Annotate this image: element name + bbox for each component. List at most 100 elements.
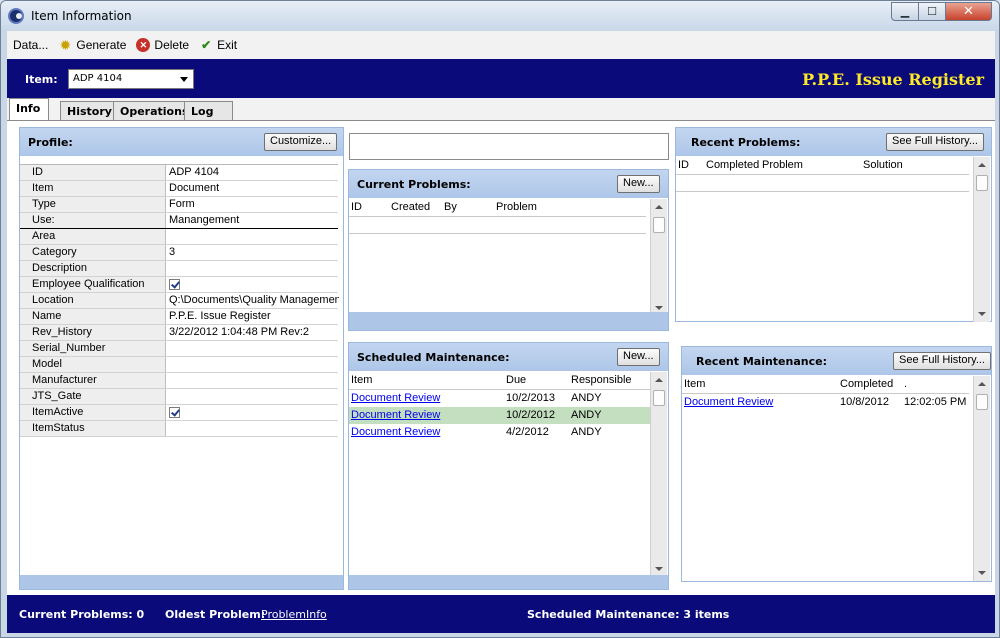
maintenance-item-link[interactable]: Document Review xyxy=(351,392,440,404)
profile-row: Use: Manangement xyxy=(20,213,338,229)
close-button[interactable]: ✕ xyxy=(945,2,992,21)
data-menu-label: Data... xyxy=(13,38,49,52)
profile-field-label: Serial_Number xyxy=(20,341,166,356)
table-row[interactable]: Document Review 10/2/2013 ANDY xyxy=(349,390,650,407)
scroll-thumb[interactable] xyxy=(653,217,665,233)
delete-button[interactable]: ✕ Delete xyxy=(136,38,189,52)
profile-table: ID ADP 4104 Item Document Type Form Use: Manang… xyxy=(20,164,339,437)
due-date: 10/2/2012 xyxy=(506,409,555,421)
profile-footer xyxy=(20,575,343,589)
profile-field-label: Name xyxy=(20,309,166,324)
checkbox[interactable] xyxy=(169,279,180,290)
col-problem: Problem xyxy=(762,159,803,171)
profile-field-value[interactable]: P.P.E. Issue Register xyxy=(169,310,339,322)
col-by: By xyxy=(444,201,457,213)
scheduled-maintenance-header: Scheduled Maintenance: New... xyxy=(349,343,668,371)
profile-field-value[interactable]: ADP 4104 xyxy=(169,166,339,178)
profile-field-label: ItemActive xyxy=(20,405,166,420)
table-row[interactable]: Document Review 10/2/2012 ANDY xyxy=(349,407,650,424)
delete-icon: ✕ xyxy=(136,38,151,52)
profile-row: Item Document xyxy=(20,181,338,197)
app-logo-icon xyxy=(8,8,24,24)
profile-row: ItemActive xyxy=(20,405,338,421)
tab-bar: Info History Operations Log xyxy=(7,98,995,120)
recent-problems-panel: Recent Problems: See Full History... ID … xyxy=(675,127,992,322)
scroll-down-icon xyxy=(978,571,986,575)
scroll-up-icon xyxy=(978,382,986,386)
profile-field-value[interactable]: Manangement xyxy=(169,214,339,226)
recent-maintenance-title: Recent Maintenance: xyxy=(696,355,827,368)
profile-field-label: Description xyxy=(20,261,166,276)
exit-label: Exit xyxy=(217,38,238,52)
exit-button[interactable]: ✔ Exit xyxy=(199,38,237,52)
profile-field-label: Category xyxy=(20,245,166,260)
profile-row: Serial_Number xyxy=(20,341,338,357)
profile-field-label: Type xyxy=(20,197,166,212)
table-row[interactable]: Document Review 10/8/2012 12:02:05 PM xyxy=(682,394,969,411)
current-problems-title: Current Problems: xyxy=(357,178,471,191)
current-problems-header: Current Problems: New... xyxy=(349,170,668,198)
item-select-value: ADP 4104 xyxy=(73,73,123,84)
profile-field-value[interactable]: Document xyxy=(169,182,339,194)
generate-button[interactable]: ✹ Generate xyxy=(58,36,126,53)
app-window: Item Information ▁ ☐ ✕ Data... ✹ Generate… xyxy=(0,0,1000,638)
header-band: Item: ADP 4104 P.P.E. Issue Register xyxy=(7,59,995,98)
recent-problems-header: Recent Problems: See Full History... xyxy=(676,128,991,156)
profile-field-value[interactable]: 3 xyxy=(169,246,339,258)
maximize-button[interactable]: ☐ xyxy=(918,2,946,21)
title-bar[interactable]: Item Information ▁ ☐ ✕ xyxy=(1,1,999,31)
see-full-maintenance-history-button[interactable]: See Full History... xyxy=(893,352,991,370)
close-icon: ✕ xyxy=(963,4,974,19)
scroll-thumb[interactable] xyxy=(653,390,665,406)
profile-field-value[interactable]: Q:\Documents\Quality Managemen xyxy=(169,294,339,306)
chevron-down-icon xyxy=(180,77,188,82)
profile-field-value[interactable] xyxy=(169,278,339,293)
col-item: Item xyxy=(351,374,373,386)
profile-row: Name P.P.E. Issue Register xyxy=(20,309,338,325)
profile-title: Profile: xyxy=(28,136,73,149)
gear-icon: ✹ xyxy=(59,36,72,53)
col-id: ID xyxy=(678,159,689,171)
table-row[interactable]: Document Review 4/2/2012 ANDY xyxy=(349,424,650,441)
maximize-icon: ☐ xyxy=(927,5,937,18)
col-due: Due xyxy=(506,374,527,386)
profile-field-label: Rev_History xyxy=(20,325,166,340)
profile-row: Description xyxy=(20,261,338,277)
recent-maintenance-scrollbar[interactable] xyxy=(973,376,990,581)
new-maintenance-button[interactable]: New... xyxy=(617,348,660,366)
item-select[interactable]: ADP 4104 xyxy=(68,69,194,89)
profile-row: Manufacturer xyxy=(20,373,338,389)
profile-field-value[interactable]: 3/22/2012 1:04:48 PM Rev:2 xyxy=(169,326,339,338)
see-full-problem-history-button[interactable]: See Full History... xyxy=(886,133,984,151)
new-problem-button[interactable]: New... xyxy=(617,175,660,193)
oldest-problem-label: Oldest Problem: xyxy=(165,608,266,621)
customize-button[interactable]: Customize... xyxy=(264,133,338,151)
scroll-thumb[interactable] xyxy=(976,394,988,410)
profile-row: JTS_Gate xyxy=(20,389,338,405)
recent-problems-scrollbar[interactable] xyxy=(973,157,990,322)
profile-field-value[interactable] xyxy=(169,406,339,421)
tab-info[interactable]: Info xyxy=(9,98,49,120)
scroll-down-icon xyxy=(978,312,986,316)
oldest-problem-link[interactable]: ProblemInfo xyxy=(261,608,327,621)
checkbox[interactable] xyxy=(169,407,180,418)
scroll-thumb[interactable] xyxy=(976,175,988,191)
profile-field-value[interactable]: Form xyxy=(169,198,339,210)
current-problems-scrollbar[interactable] xyxy=(650,199,667,316)
profile-row: Type Form xyxy=(20,197,338,213)
tab-history[interactable]: History xyxy=(60,101,114,120)
minimize-button[interactable]: ▁ xyxy=(891,2,919,21)
scheduled-scrollbar[interactable] xyxy=(650,372,667,577)
maintenance-item-link[interactable]: Document Review xyxy=(684,396,773,408)
scheduled-maintenance-count: Scheduled Maintenance: 3 items xyxy=(527,608,730,621)
maintenance-item-link[interactable]: Document Review xyxy=(351,426,440,438)
search-input[interactable] xyxy=(349,133,669,160)
data-menu[interactable]: Data... xyxy=(13,38,48,52)
scroll-down-icon xyxy=(655,567,663,571)
status-bar: Current Problems: 0 Oldest Problem: Prob… xyxy=(7,595,995,633)
tab-operations[interactable]: Operations xyxy=(113,101,189,120)
delete-label: Delete xyxy=(154,38,190,52)
tab-log[interactable]: Log xyxy=(184,101,233,120)
maintenance-item-link[interactable]: Document Review xyxy=(351,409,440,421)
recent-problems-grid-header: ID Completed Problem Solution xyxy=(676,157,969,175)
